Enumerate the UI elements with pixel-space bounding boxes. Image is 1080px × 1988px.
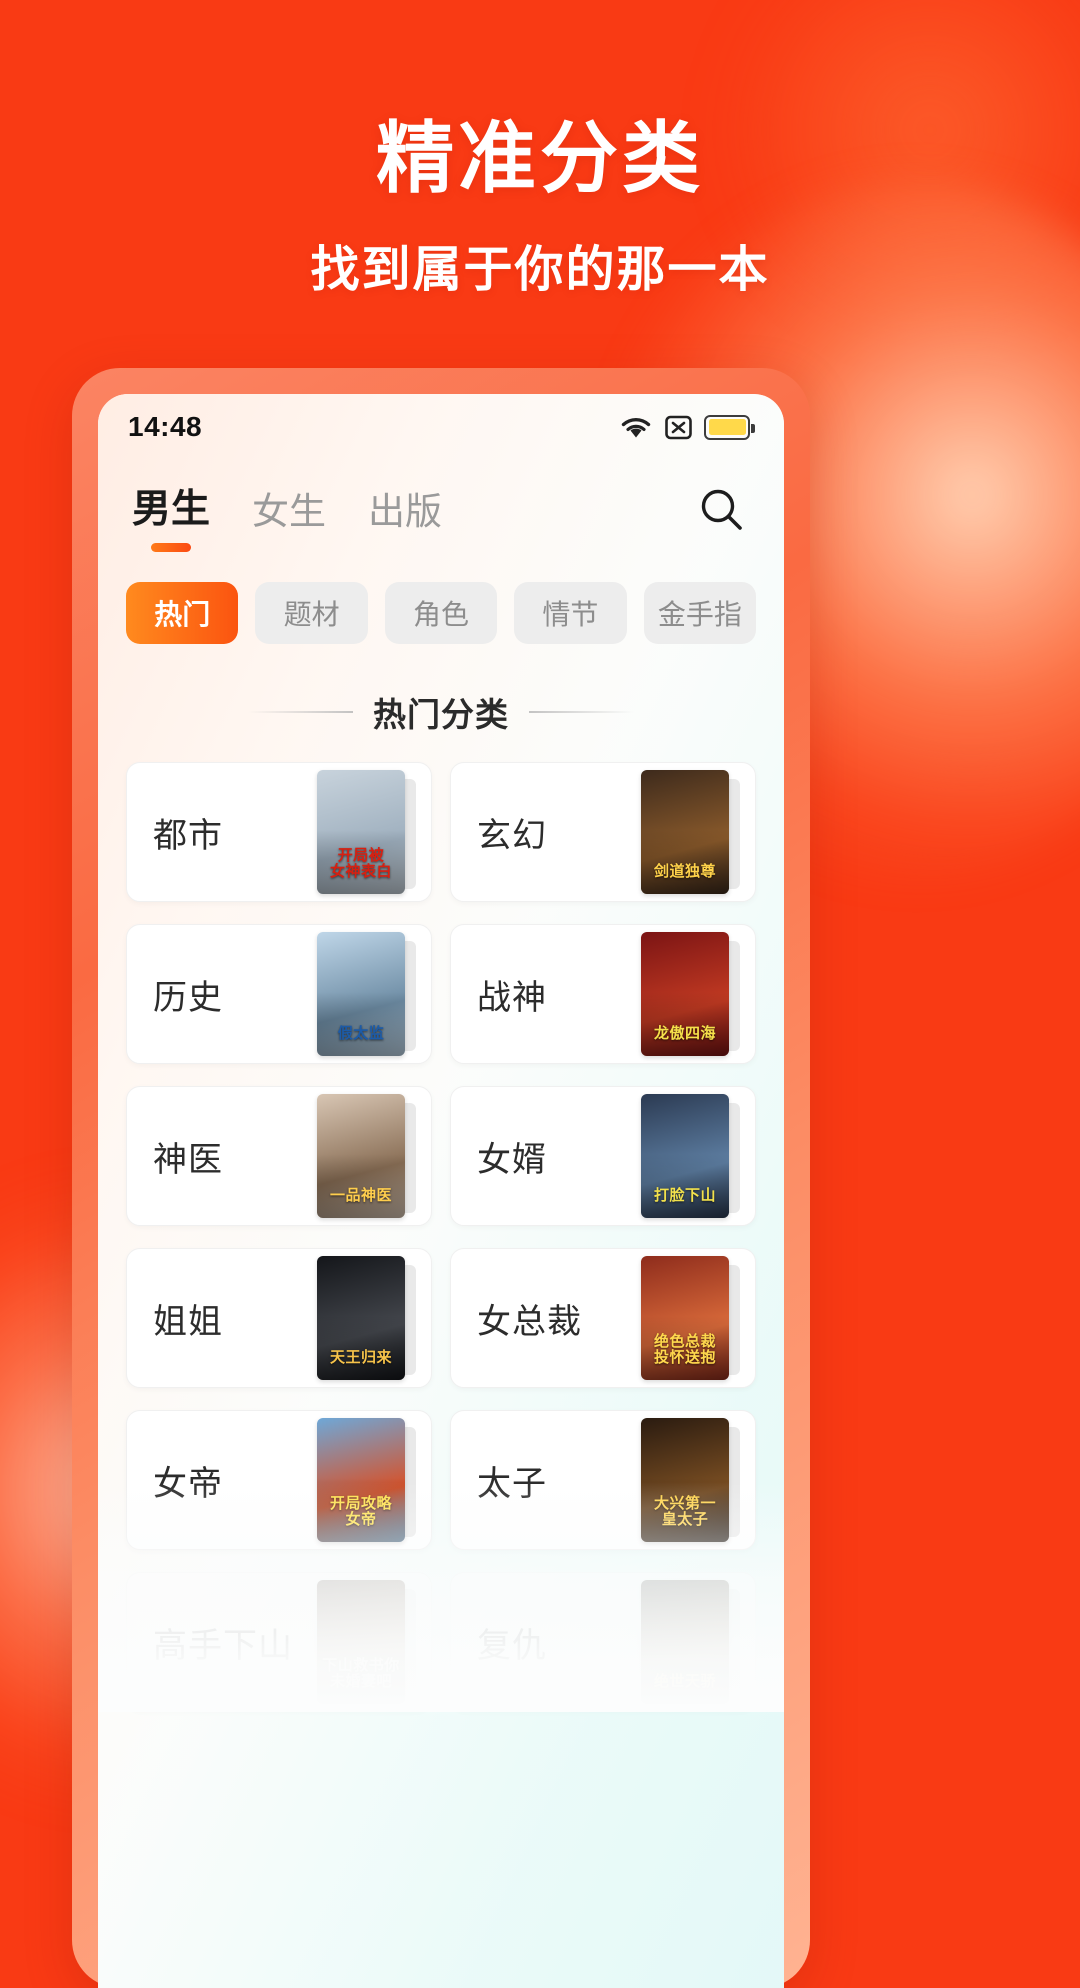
- book-cover-stack: 下山救书你 未婚妻吧: [317, 1580, 416, 1704]
- chip-theme[interactable]: 题材: [255, 582, 368, 644]
- book-cover: 大兴第一 皇太子: [641, 1418, 729, 1542]
- book-cover: 绝色总裁 投怀送抱: [641, 1256, 729, 1380]
- promo-title: 精准分类: [375, 114, 704, 202]
- book-cover: 一品神医: [317, 1094, 405, 1218]
- category-card[interactable]: 高手下山 下山救书你 未婚妻吧: [126, 1572, 432, 1712]
- book-cover-gradient-overlay: [641, 829, 729, 894]
- book-cover-stack: 一品神医: [317, 1094, 416, 1218]
- book-cover-title: 假太监: [337, 1024, 385, 1042]
- book-cover-title: 一品神医: [329, 1186, 392, 1204]
- category-name: 女总裁: [477, 1302, 582, 1341]
- phone-screen: 14:48 男生 女生 出版 热门 题材 角色 情节 金手指 热门分类 都市 开…: [98, 394, 784, 1988]
- book-cover-title: 开局被 女神表白: [329, 846, 392, 880]
- book-cover-stack: 假太监: [317, 932, 416, 1056]
- section-title: 热门分类: [373, 696, 509, 733]
- no-signal-icon: [665, 415, 692, 439]
- status-time: 14:48: [128, 411, 203, 442]
- book-cover: 天王归来: [317, 1256, 405, 1380]
- category-name: 都市: [153, 816, 223, 855]
- category-card[interactable]: 女婿打脸下山: [450, 1086, 756, 1226]
- book-cover-gradient-overlay: [641, 991, 729, 1056]
- book-cover-title: 大兴第一 皇太子: [653, 1494, 716, 1528]
- book-cover: 绝世天骄: [641, 1580, 729, 1704]
- book-cover-stack: 大兴第一 皇太子: [641, 1418, 740, 1542]
- battery-icon: [704, 414, 755, 440]
- category-name: 神医: [153, 1140, 223, 1179]
- filter-chip-row: 热门 题材 角色 情节 金手指: [98, 540, 784, 644]
- book-cover-stack: 开局被 女神表白: [317, 770, 416, 894]
- category-name: 高手下山: [153, 1626, 293, 1665]
- category-name: 女婿: [477, 1140, 547, 1179]
- book-cover-title: 绝色总裁 投怀送抱: [653, 1332, 716, 1366]
- book-cover-gradient-overlay: [317, 1315, 405, 1380]
- category-card[interactable]: 都市开局被 女神表白: [126, 762, 432, 902]
- chip-cheat[interactable]: 金手指: [643, 582, 757, 644]
- search-icon[interactable]: [694, 482, 750, 538]
- book-cover-title: 下山救书你 未婚妻吧: [322, 1656, 400, 1690]
- category-name: 历史: [153, 978, 223, 1017]
- category-name: 太子: [477, 1464, 547, 1503]
- category-card[interactable]: 神医一品神医: [126, 1086, 432, 1226]
- book-cover-title: 剑道独尊: [653, 862, 716, 880]
- book-cover-title: 天王归来: [329, 1348, 392, 1366]
- category-name: 战神: [477, 978, 547, 1017]
- promo-subtitle: 找到属于你的那一本: [310, 242, 770, 297]
- section-rule-left: [248, 711, 353, 713]
- book-cover: 打脸下山: [641, 1094, 729, 1218]
- category-card[interactable]: 姐姐天王归来: [126, 1248, 432, 1388]
- book-cover: 开局被 女神表白: [317, 770, 405, 894]
- tab-publish[interactable]: 出版: [368, 490, 442, 540]
- category-grid: 都市 开局被 女神表白 玄幻 剑道独尊 历史 假太监 战神 龙傲四海 神医 一品神医 女婿 打脸下山姐…: [98, 762, 784, 1712]
- book-cover-stack: 天王归来: [317, 1256, 416, 1380]
- book-cover-gradient-overlay: [641, 1153, 729, 1218]
- category-name: 姐姐: [153, 1302, 223, 1341]
- category-card[interactable]: 太子大兴第一 皇太子: [450, 1410, 756, 1550]
- chip-hot[interactable]: 热门: [126, 582, 239, 644]
- book-cover-gradient-overlay: [317, 991, 405, 1056]
- book-cover-gradient-overlay: [641, 1639, 729, 1704]
- book-cover: 龙傲四海: [641, 932, 729, 1056]
- book-cover: 剑道独尊: [641, 770, 729, 894]
- category-name: 玄幻: [477, 816, 547, 855]
- promo-text-block: 精准分类 找到属于你的那一本: [0, 114, 1080, 301]
- book-cover-title: 打脸下山: [653, 1186, 716, 1204]
- tab-female[interactable]: 女生: [252, 490, 326, 540]
- tab-male[interactable]: 男生: [132, 487, 210, 540]
- status-icons: [619, 414, 755, 441]
- book-cover-stack: 绝世天骄: [641, 1580, 740, 1704]
- category-card[interactable]: 女总裁绝色总裁 投怀送抱: [450, 1248, 756, 1388]
- book-cover-stack: 绝色总裁 投怀送抱: [641, 1256, 740, 1380]
- book-cover-title: 绝世天骄: [653, 1672, 716, 1690]
- book-cover: 假太监: [317, 932, 405, 1056]
- status-bar: 14:48: [98, 394, 784, 460]
- section-rule-right: [529, 711, 634, 713]
- phone-device-frame: 14:48 男生 女生 出版 热门 题材 角色 情节 金手指 热门分类 都市 开…: [72, 368, 810, 1988]
- book-cover: 下山救书你 未婚妻吧: [317, 1580, 405, 1704]
- category-name: 女帝: [153, 1464, 223, 1503]
- category-card[interactable]: 历史假太监: [126, 924, 432, 1064]
- chip-role[interactable]: 角色: [384, 582, 498, 644]
- book-cover-stack: 剑道独尊: [641, 770, 740, 894]
- book-cover-stack: 龙傲四海: [641, 932, 740, 1056]
- category-name: 复仇: [477, 1626, 547, 1665]
- category-card[interactable]: 复仇绝世天骄: [450, 1572, 756, 1712]
- book-cover-title: 开局攻略 女帝: [329, 1494, 392, 1528]
- top-tab-bar: 男生 女生 出版: [98, 460, 784, 540]
- category-card[interactable]: 女帝开局攻略 女帝: [126, 1410, 432, 1550]
- category-grid-wrapper: 都市 开局被 女神表白 玄幻 剑道独尊 历史 假太监 战神 龙傲四海 神医 一品神医 女婿 打脸下山姐…: [98, 762, 784, 1712]
- chip-plot[interactable]: 情节: [514, 582, 627, 644]
- category-card[interactable]: 战神龙傲四海: [450, 924, 756, 1064]
- book-cover-gradient-overlay: [317, 1153, 405, 1218]
- book-cover-stack: 打脸下山: [641, 1094, 740, 1218]
- book-cover-stack: 开局攻略 女帝: [317, 1418, 416, 1542]
- category-card[interactable]: 玄幻剑道独尊: [450, 762, 756, 902]
- section-heading: 热门分类: [98, 688, 784, 736]
- book-cover: 开局攻略 女帝: [317, 1418, 405, 1542]
- book-cover-title: 龙傲四海: [653, 1024, 716, 1042]
- wifi-icon: [621, 417, 651, 438]
